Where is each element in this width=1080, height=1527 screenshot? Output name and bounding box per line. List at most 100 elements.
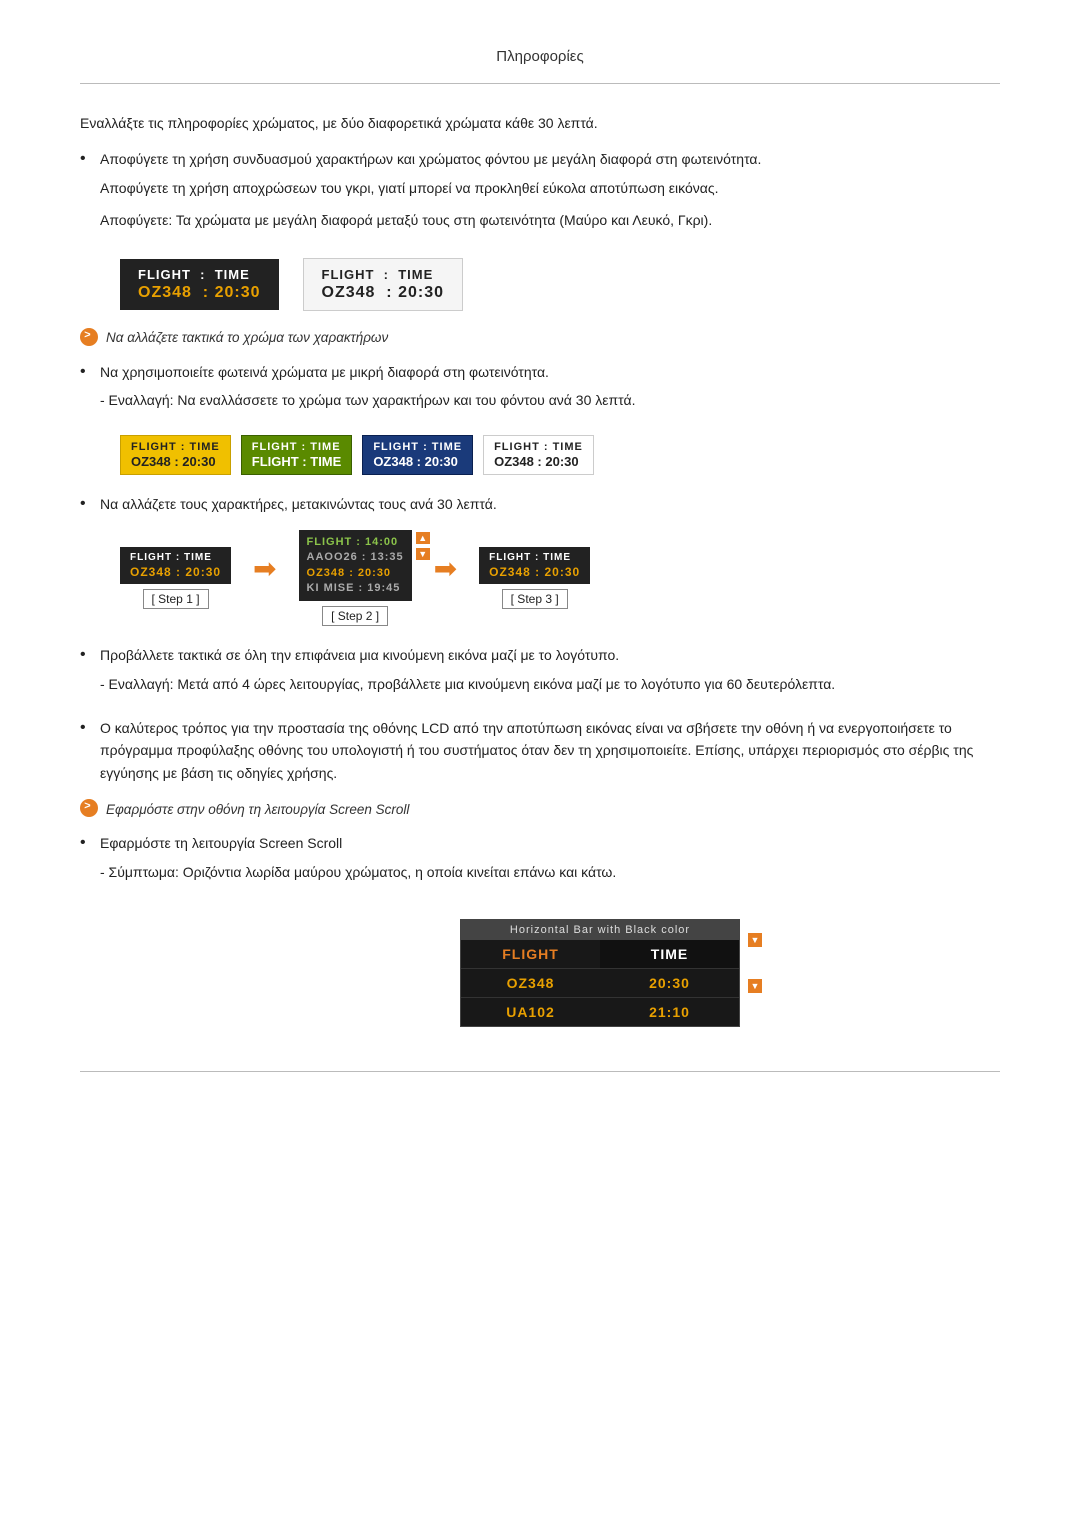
bullet-1-sub2: Αποφύγετε: Τα χρώματα με μεγάλη διαφορά … — [100, 209, 1000, 231]
note-1-text: Να αλλάζετε τακτικά το χρώμα των χαρακτή… — [106, 330, 388, 345]
bullet-1-text: Αποφύγετε τη χρήση συνδυασμού χαρακτήρων… — [100, 148, 1000, 170]
step-3-data: OZ348 : 20:30 — [489, 565, 580, 579]
step-2-label: [ Step 2 ] — [322, 606, 388, 626]
bullet-dot-6: • — [80, 834, 100, 852]
bullet-dot-5: • — [80, 719, 100, 737]
bullet-dot-4: • — [80, 646, 100, 664]
scroll-row-1: FLIGHT TIME — [461, 940, 739, 969]
bullet-4: • Προβάλλετε τακτικά σε όλη την επιφάνει… — [80, 644, 1000, 705]
step-2-wrapper: FLIGHT : 14:00 AAOO26 : 13:35 OZ348 : 20… — [299, 530, 412, 602]
bullet-1-sub1: Αποφύγετε τη χρήση αποχρώσεων του γκρι, … — [100, 177, 1000, 199]
scroll-cell-oz348: OZ348 — [461, 969, 600, 997]
bullet-2-sub: - Εναλλαγή: Να εναλλάσσετε το χρώμα των … — [100, 389, 1000, 411]
bullet-6-sub: - Σύμπτωμα: Οριζόντια λωρίδα μαύρου χρώμ… — [100, 861, 1000, 883]
intro-text: Εναλλάξτε τις πληροφορίες χρώματος, με δ… — [80, 112, 1000, 134]
flight-light-header: FLIGHT : TIME — [322, 267, 445, 282]
step-2-row4: KI MISE : 19:45 — [307, 581, 404, 596]
bullet-3: • Να αλλάζετε τους χαρακτήρες, μετακινών… — [80, 493, 1000, 515]
bullet-2-text: Να χρησιμοποιείτε φωτεινά χρώματα με μικ… — [100, 361, 1000, 383]
arrow-1: ➡ — [253, 552, 276, 585]
italic-note-2: Εφαρμόστε στην οθόνη τη λειτουργία Scree… — [80, 800, 1000, 818]
flight-box-green: FLIGHT : TIME FLIGHT : TIME — [241, 435, 353, 475]
bullet-1-content: Αποφύγετε τη χρήση συνδυασμού χαρακτήρων… — [100, 148, 1000, 241]
bullet-dot-3: • — [80, 495, 100, 513]
step-1-data: OZ348 : 20:30 — [130, 565, 221, 579]
step-2-box: FLIGHT : 14:00 AAOO26 : 13:35 OZ348 : 20… — [299, 530, 412, 627]
page-divider — [80, 1071, 1000, 1072]
scroll-demo-box: Horizontal Bar with Black color FLIGHT T… — [460, 919, 740, 1027]
arrow-down-indicator: ▼ — [416, 548, 430, 560]
page-title: Πληροφορίες — [80, 30, 1000, 84]
flight-green-data: FLIGHT : TIME — [252, 454, 342, 469]
scroll-cell-2030: 20:30 — [600, 969, 739, 997]
bullet-dot-2: • — [80, 363, 100, 381]
flight-demo-row-1: FLIGHT : TIME OZ348 : 20:30 FLIGHT : TIM… — [120, 258, 1000, 311]
scroll-arrow-2: ▼ — [748, 979, 762, 993]
step-3-label: [ Step 3 ] — [502, 589, 568, 609]
flight-white-data: OZ348 : 20:30 — [494, 454, 583, 469]
arrow-2: ➡ — [434, 552, 457, 585]
arrow-down-icon: ▼ — [418, 549, 427, 559]
scroll-row-2: OZ348 20:30 — [461, 969, 739, 998]
italic-note-1: Να αλλάζετε τακτικά το χρώμα των χαρακτή… — [80, 329, 1000, 347]
scroll-demo-header: Horizontal Bar with Black color — [461, 920, 739, 940]
scroll-cell-2110: 21:10 — [600, 998, 739, 1026]
flight-blue-header: FLIGHT : TIME — [373, 441, 462, 453]
orange-icon-2 — [80, 799, 98, 817]
bullet-6-content: Εφαρμόστε τη λειτουργία Screen Scroll - … — [100, 832, 1000, 893]
flight-yellow-data: OZ348 : 20:30 — [131, 454, 220, 469]
bullet-1: • Αποφύγετε τη χρήση συνδυασμού χαρακτήρ… — [80, 148, 1000, 241]
scroll-arrow-1: ▼ — [748, 933, 762, 947]
flight-box-light: FLIGHT : TIME OZ348 : 20:30 — [303, 258, 464, 311]
note-2-text: Εφαρμόστε στην οθόνη τη λειτουργία Scree… — [106, 802, 409, 817]
flight-dark-header: FLIGHT : TIME — [138, 267, 261, 282]
bullet-4-content: Προβάλλετε τακτικά σε όλη την επιφάνεια … — [100, 644, 1000, 705]
bullet-6-text: Εφαρμόστε τη λειτουργία Screen Scroll — [100, 832, 1000, 854]
bullet-3-content: Να αλλάζετε τους χαρακτήρες, μετακινώντα… — [100, 493, 1000, 515]
step-2-row1: FLIGHT : 14:00 — [307, 535, 404, 550]
step-3-flight-box: FLIGHT : TIME OZ348 : 20:30 — [479, 547, 590, 584]
scroll-demo-wrapper: Horizontal Bar with Black color FLIGHT T… — [340, 905, 740, 1041]
flight-light-data: OZ348 : 20:30 — [322, 284, 445, 302]
scroll-cell-flight-label: FLIGHT — [461, 940, 600, 968]
step-2-row2: AAOO26 : 13:35 — [307, 550, 404, 565]
scroll-down-icon-2: ▼ — [751, 981, 760, 991]
bullet-2-content: Να χρησιμοποιείτε φωτεινά χρώματα με μικ… — [100, 361, 1000, 422]
flight-yellow-header: FLIGHT : TIME — [131, 441, 220, 453]
flight-box-yellow: FLIGHT : TIME OZ348 : 20:30 — [120, 435, 231, 475]
step-3-header: FLIGHT : TIME — [489, 552, 580, 563]
bullet-5-text: Ο καλύτερος τρόπος για την προστασία της… — [100, 717, 1000, 784]
step-1-box: FLIGHT : TIME OZ348 : 20:30 [ Step 1 ] — [120, 547, 231, 609]
bullet-5-content: Ο καλύτερος τρόπος για την προστασία της… — [100, 717, 1000, 784]
scroll-cell-time-label: TIME — [600, 940, 739, 968]
bullet-6: • Εφαρμόστε τη λειτουργία Screen Scroll … — [80, 832, 1000, 893]
flight-box-blue: FLIGHT : TIME OZ348 : 20:30 — [362, 435, 473, 475]
flight-green-header: FLIGHT : TIME — [252, 441, 342, 453]
arrow-up-icon: ▲ — [418, 533, 427, 543]
bullet-2: • Να χρησιμοποιείτε φωτεινά χρώματα με μ… — [80, 361, 1000, 422]
flight-box-dark: FLIGHT : TIME OZ348 : 20:30 — [120, 259, 279, 310]
scroll-cell-ua102: UA102 — [461, 998, 600, 1026]
step-1-flight-box: FLIGHT : TIME OZ348 : 20:30 — [120, 547, 231, 584]
transition-arrows: ▲ ▼ — [416, 532, 430, 560]
step-2-row3: OZ348 : 20:30 — [307, 566, 404, 581]
flight-white-header: FLIGHT : TIME — [494, 441, 583, 453]
step-demo-row: FLIGHT : TIME OZ348 : 20:30 [ Step 1 ] ➡… — [120, 530, 1000, 627]
flight-blue-data: OZ348 : 20:30 — [373, 454, 462, 469]
orange-icon-1 — [80, 328, 98, 346]
bullet-4-text: Προβάλλετε τακτικά σε όλη την επιφάνεια … — [100, 644, 1000, 666]
scroll-arrows: ▼ ▼ — [748, 933, 762, 993]
bullet-dot-1: • — [80, 150, 100, 168]
bullet-3-text: Να αλλάζετε τους χαρακτήρες, μετακινώντα… — [100, 493, 1000, 515]
step-3-box: FLIGHT : TIME OZ348 : 20:30 [ Step 3 ] — [479, 547, 590, 609]
color-demo-row: FLIGHT : TIME OZ348 : 20:30 FLIGHT : TIM… — [120, 435, 1000, 475]
bullet-5: • Ο καλύτερος τρόπος για την προστασία τ… — [80, 717, 1000, 784]
flight-box-white: FLIGHT : TIME OZ348 : 20:30 — [483, 435, 594, 475]
scroll-row-3: UA102 21:10 — [461, 998, 739, 1026]
scroll-demo-container: Horizontal Bar with Black color FLIGHT T… — [80, 905, 1000, 1041]
bullet-4-sub: - Εναλλαγή: Μετά από 4 ώρες λειτουργίας,… — [100, 673, 1000, 695]
scroll-down-icon-1: ▼ — [751, 935, 760, 945]
arrow-up-indicator: ▲ — [416, 532, 430, 544]
flight-dark-data: OZ348 : 20:30 — [138, 284, 261, 302]
step-2-transition: FLIGHT : 14:00 AAOO26 : 13:35 OZ348 : 20… — [299, 530, 412, 602]
